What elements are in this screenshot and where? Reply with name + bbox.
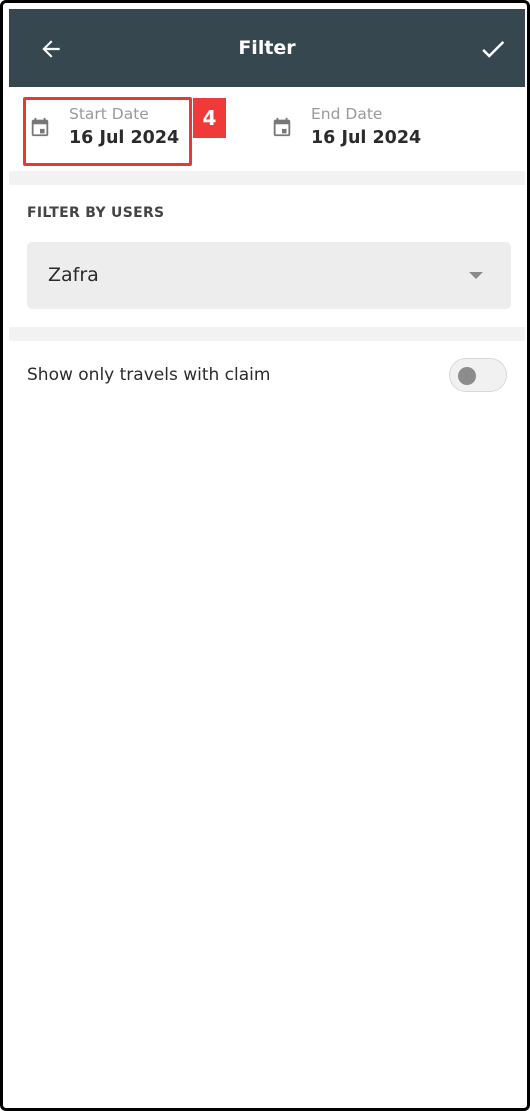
end-date-label: End Date <box>311 105 383 123</box>
end-date-field[interactable]: End Date 16 Jul 2024 <box>267 87 467 171</box>
section-divider <box>9 327 525 341</box>
top-app-bar: Filter <box>9 9 525 87</box>
apply-filter-button[interactable] <box>475 31 511 67</box>
page-title: Filter <box>238 37 296 59</box>
user-dropdown-value: Zafra <box>48 264 99 286</box>
claim-toggle-row: Show only travels with claim <box>9 341 525 411</box>
toggle-knob <box>458 367 476 385</box>
calendar-icon <box>273 117 291 137</box>
user-dropdown[interactable]: Zafra <box>27 242 511 309</box>
claim-toggle-switch[interactable] <box>449 358 507 392</box>
annotation-badge: 4 <box>193 98 226 138</box>
claim-toggle-label: Show only travels with claim <box>27 365 271 385</box>
end-date-value: 16 Jul 2024 <box>311 128 422 148</box>
annotation-highlight-box <box>23 97 192 166</box>
app-frame: Filter Start Date 16 Jul 2024 End Date 1… <box>0 0 530 1111</box>
check-icon <box>482 41 505 58</box>
filter-by-users-heading: FILTER BY USERS <box>27 205 165 221</box>
caret-down-icon <box>469 272 483 279</box>
section-divider <box>9 171 525 185</box>
